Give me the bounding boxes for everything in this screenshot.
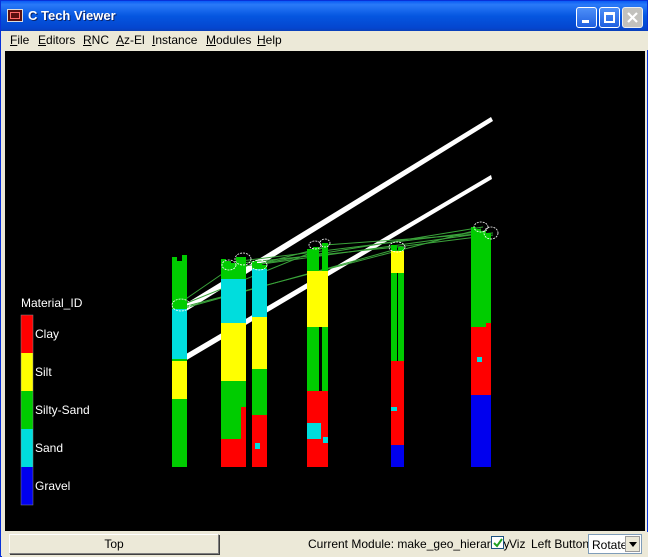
menu-modules[interactable]: Modules <box>206 33 251 47</box>
maximize-icon <box>604 12 615 23</box>
borehole-group-1 <box>171 255 191 467</box>
app-window: C Tech Viewer File Editors RNC Az-El Ins… <box>0 0 648 557</box>
menu-bar: File Editors RNC Az-El Instance Modules … <box>2 31 648 50</box>
3d-viewport[interactable]: Material_ID Clay Silt Silty-Sand Sand Gravel <box>5 51 645 531</box>
menu-file[interactable]: File <box>10 33 29 47</box>
legend-swatch-gravel <box>21 467 33 505</box>
checkmark-icon <box>493 538 503 548</box>
viz-label: Viz <box>509 537 526 551</box>
app-icon <box>7 9 23 22</box>
borehole-group-3 <box>250 259 268 467</box>
left-button-label: Left Button <box>531 537 590 551</box>
minimize-button[interactable] <box>576 7 597 28</box>
maximize-button[interactable] <box>599 7 620 28</box>
minimize-icon <box>582 20 589 23</box>
viz-checkbox[interactable] <box>491 536 504 549</box>
legend-label-gravel: Gravel <box>35 479 70 493</box>
menu-editors[interactable]: Editors <box>38 33 75 47</box>
legend-label-clay: Clay <box>35 327 59 341</box>
window-title: C Tech Viewer <box>28 8 116 23</box>
borehole-group-5 <box>388 241 406 467</box>
material-legend: Material_ID Clay Silt Silty-Sand Sand Gravel <box>20 296 90 506</box>
menu-instance[interactable]: Instance <box>152 33 197 47</box>
top-view-button[interactable]: Top <box>9 534 219 554</box>
current-module-label: Current Module: make_geo_hierarchy <box>308 537 510 551</box>
close-button[interactable] <box>622 7 643 28</box>
legend-swatch-clay <box>21 315 33 353</box>
borehole-group-4 <box>307 238 331 467</box>
legend-label-silt: Silt <box>35 365 52 379</box>
mouse-mode-value: Rotate <box>592 538 628 552</box>
legend-swatch-silt <box>21 353 33 391</box>
menu-help[interactable]: Help <box>257 33 282 47</box>
legend-swatch-silty-sand <box>21 391 33 429</box>
borehole-group-6 <box>471 221 499 467</box>
legend-label-silty-sand: Silty-Sand <box>35 403 90 417</box>
menu-az-el[interactable]: Az-El <box>116 33 145 47</box>
borehole-group-2 <box>221 252 252 467</box>
close-icon <box>627 12 638 23</box>
title-bar[interactable]: C Tech Viewer <box>1 1 647 31</box>
legend-swatch-sand <box>21 429 33 467</box>
status-bar: Top Current Module: make_geo_hierarchy V… <box>2 532 648 557</box>
scene-canvas[interactable]: Material_ID Clay Silt Silty-Sand Sand Gravel <box>5 51 645 531</box>
menu-rnc[interactable]: RNC <box>83 33 109 47</box>
mouse-mode-select[interactable]: Rotate <box>588 534 642 554</box>
chevron-down-icon[interactable] <box>625 536 640 552</box>
legend-label-sand: Sand <box>35 441 63 455</box>
legend-title: Material_ID <box>21 296 83 310</box>
